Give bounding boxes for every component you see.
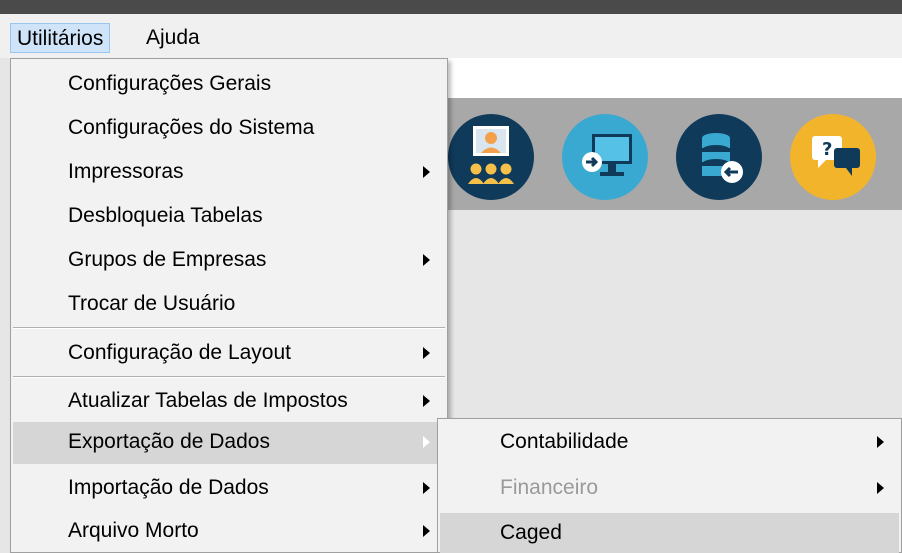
database-import-icon[interactable]: [676, 114, 762, 200]
menu-item-label: Financeiro: [500, 476, 599, 499]
submenu-arrow-icon: [877, 436, 884, 448]
menu-item-atualizar-tabelas-impostos[interactable]: Atualizar Tabelas de Impostos: [13, 381, 445, 423]
menu-bar: Utilitários Ajuda: [0, 14, 902, 58]
submenu-arrow-icon: [423, 254, 430, 266]
menu-item-label: Grupos de Empresas: [68, 248, 267, 271]
menu-separator: [13, 376, 445, 378]
menu-item-label: Configurações Gerais: [68, 72, 272, 95]
menu-item-label: Atualizar Tabelas de Impostos: [68, 389, 348, 412]
menu-item-grupos-empresas[interactable]: Grupos de Empresas: [13, 240, 445, 282]
submenu-arrow-icon: [423, 482, 430, 494]
screen-import-icon[interactable]: [562, 114, 648, 200]
exportacao-submenu: Contabilidade Financeiro Caged: [437, 418, 902, 553]
menu-item-label: Configurações do Sistema: [68, 116, 315, 139]
meeting-icon[interactable]: [448, 114, 534, 200]
svg-text:?: ?: [822, 139, 832, 160]
menu-item-label: Desbloqueia Tabelas: [68, 204, 263, 227]
menu-item-desbloqueia-tabelas[interactable]: Desbloqueia Tabelas: [13, 196, 445, 238]
menu-separator: [13, 327, 445, 329]
menu-item-label: Importação de Dados: [68, 476, 269, 499]
menu-item-label: Arquivo Morto: [68, 519, 199, 542]
menu-item-exportacao-dados[interactable]: Exportação de Dados: [13, 422, 445, 464]
submenu-item-contabilidade[interactable]: Contabilidade: [440, 422, 899, 464]
menu-item-configuracao-layout[interactable]: Configuração de Layout: [13, 333, 445, 375]
menu-item-label: Trocar de Usuário: [68, 292, 236, 315]
submenu-arrow-icon: [423, 436, 430, 448]
submenu-arrow-icon: [423, 395, 430, 407]
submenu-item-caged[interactable]: Caged: [440, 513, 899, 553]
submenu-arrow-icon: [877, 482, 884, 494]
submenu-arrow-icon: [423, 166, 430, 178]
menu-item-trocar-usuario[interactable]: Trocar de Usuário: [13, 284, 445, 326]
menu-item-configuracoes-gerais[interactable]: Configurações Gerais: [13, 64, 445, 106]
menu-item-impressoras[interactable]: Impressoras: [13, 152, 445, 194]
menu-item-importacao-dados[interactable]: Importação de Dados: [13, 468, 445, 510]
menu-item-label: Configuração de Layout: [68, 341, 291, 364]
menu-ajuda[interactable]: Ajuda: [140, 23, 206, 53]
submenu-item-financeiro[interactable]: Financeiro: [440, 468, 899, 510]
submenu-arrow-icon: [423, 347, 430, 359]
menu-item-label: Impressoras: [68, 160, 184, 183]
window-top-border: [0, 0, 902, 14]
submenu-arrow-icon: [423, 525, 430, 537]
menu-item-arquivo-morto[interactable]: Arquivo Morto: [13, 511, 445, 553]
menu-item-label: Contabilidade: [500, 430, 629, 453]
menu-item-label: Caged: [500, 521, 562, 544]
menu-item-label: Exportação de Dados: [68, 430, 270, 453]
utilitarios-dropdown: Configurações Gerais Configurações do Si…: [10, 58, 448, 553]
toolbar-strip: [445, 58, 902, 98]
menu-utilitarios[interactable]: Utilitários: [10, 23, 111, 53]
menu-item-configuracoes-sistema[interactable]: Configurações do Sistema: [13, 108, 445, 150]
help-chat-icon[interactable]: ?: [790, 114, 876, 200]
